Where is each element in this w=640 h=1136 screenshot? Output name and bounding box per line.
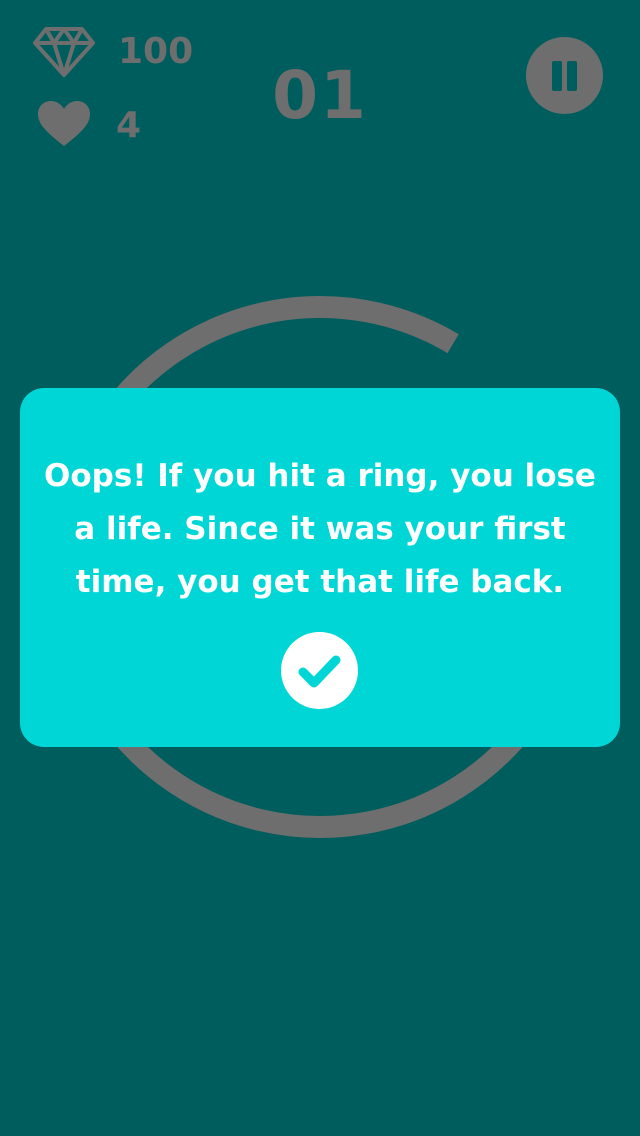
confirm-button[interactable] [281,632,358,709]
info-dialog: Oops! If you hit a ring, you lose a life… [20,388,620,747]
dialog-message: Oops! If you hit a ring, you lose a life… [44,458,596,600]
checkmark-icon [298,655,341,688]
pause-button[interactable] [526,37,603,114]
